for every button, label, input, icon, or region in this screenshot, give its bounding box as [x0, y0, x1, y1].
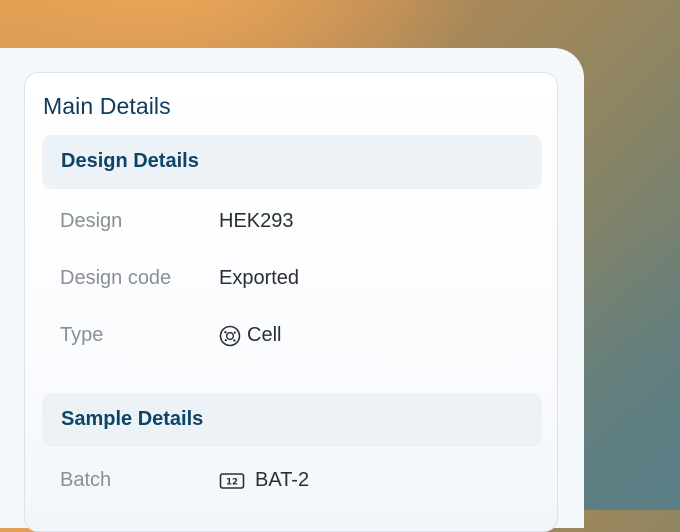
design-code-value: Exported: [219, 267, 299, 290]
type-value: Cell: [219, 324, 281, 347]
sample-details-section-header: Sample Details: [42, 393, 542, 447]
cell-icon: [219, 325, 241, 347]
design-code-label: Design code: [60, 267, 172, 289]
design-value: HEK293: [219, 210, 294, 233]
svg-text:12: 12: [226, 477, 238, 487]
batch-label: Batch: [60, 469, 112, 491]
main-details-card: Main Details Design Details Design HEK29…: [24, 72, 558, 532]
design-details-section-header: Design Details: [42, 135, 542, 189]
type-label: Type: [60, 324, 104, 346]
design-code-value-text: Exported: [219, 267, 300, 289]
design-value-text: HEK293: [219, 210, 294, 232]
batch-number-icon: 12: [219, 472, 245, 490]
sample-details-title: Sample Details: [61, 408, 204, 430]
card-title: Main Details: [43, 93, 171, 119]
batch-value: 12 BAT-2: [219, 469, 309, 492]
design-details-title: Design Details: [61, 150, 199, 172]
type-value-text: Cell: [247, 324, 282, 346]
batch-value-text: BAT-2: [255, 469, 310, 491]
design-label: Design: [60, 210, 123, 232]
